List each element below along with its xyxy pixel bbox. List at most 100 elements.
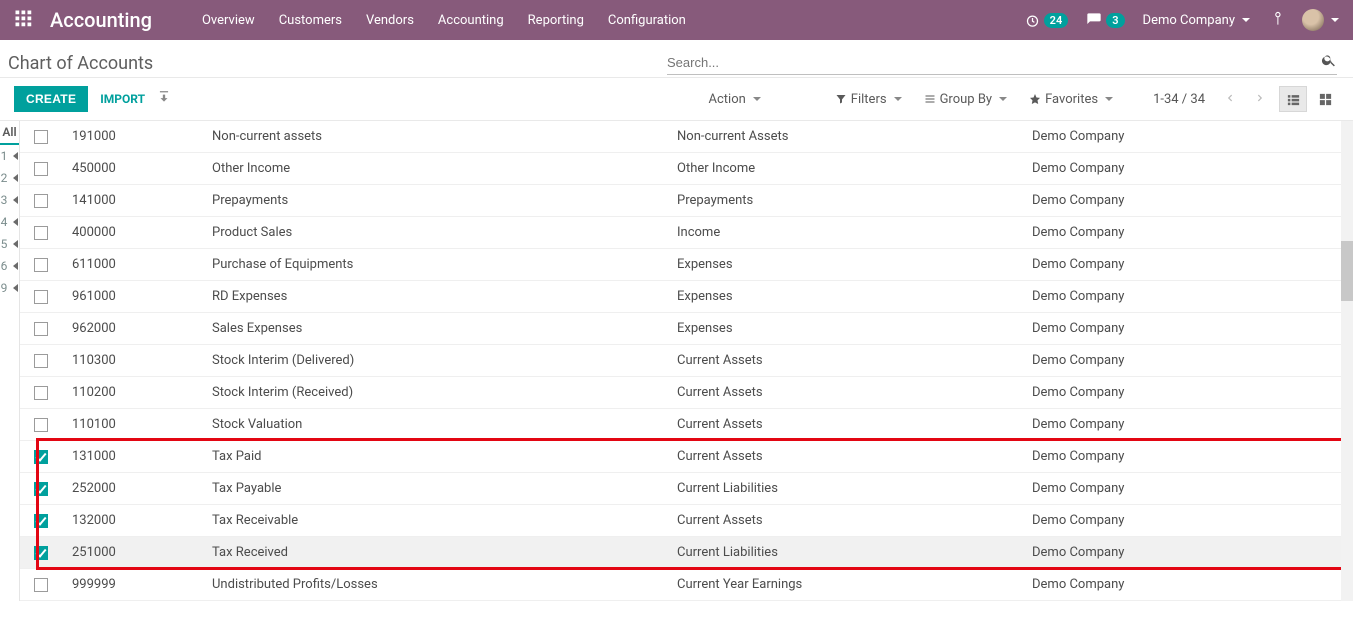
menu-configuration[interactable]: Configuration [608,13,686,28]
menu-overview[interactable]: Overview [202,13,255,28]
favorites-dropdown[interactable]: Favorites [1029,92,1113,107]
groupby-label: Group By [940,92,993,107]
app-brand[interactable]: Accounting [50,8,152,32]
cell-type: Current Assets [667,441,1022,473]
pager-next[interactable] [1249,88,1271,111]
chevron-left-icon [13,196,18,204]
table-row[interactable]: 132000 Tax Receivable Current Assets Dem… [20,505,1353,537]
table-row[interactable]: 191000 Non-current assets Non-current As… [20,121,1353,153]
cell-type: Current Liabilities [667,537,1022,569]
row-checkbox[interactable] [34,162,48,176]
menu-vendors[interactable]: Vendors [366,13,414,28]
cell-company: Demo Company [1022,473,1353,505]
table-row[interactable]: 450000 Other Income Other Income Demo Co… [20,153,1353,185]
alpha-filter-5[interactable]: 5 [0,233,19,255]
cell-company: Demo Company [1022,537,1353,569]
star-icon [1029,93,1041,105]
action-dropdown[interactable]: Action [709,92,761,107]
table-row[interactable]: 110100 Stock Valuation Current Assets De… [20,409,1353,441]
chevron-left-icon [1225,93,1235,103]
cell-company: Demo Company [1022,217,1353,249]
create-button[interactable]: CREATE [14,86,88,112]
row-checkbox[interactable] [34,194,48,208]
table-wrap: 191000 Non-current assets Non-current As… [20,121,1353,601]
menu-reporting[interactable]: Reporting [528,13,584,28]
table-row[interactable]: 999999 Undistributed Profits/Losses Curr… [20,569,1353,601]
groupby-dropdown[interactable]: Group By [924,92,1008,107]
chevron-left-icon [13,152,18,160]
cell-name: Tax Received [202,537,667,569]
cell-name: Other Income [202,153,667,185]
row-checkbox[interactable] [34,546,48,560]
row-checkbox[interactable] [34,578,48,592]
cell-code: 252000 [62,473,202,505]
debug-icon[interactable] [1268,10,1284,30]
view-kanban[interactable] [1311,86,1339,112]
row-checkbox[interactable] [34,514,48,528]
chevron-right-icon [1255,93,1265,103]
cell-type: Current Assets [667,409,1022,441]
table-row[interactable]: 141000 Prepayments Prepayments Demo Comp… [20,185,1353,217]
cell-name: Stock Interim (Received) [202,377,667,409]
filters-dropdown[interactable]: Filters [835,92,902,107]
alpha-filter-1[interactable]: 1 [0,145,19,167]
caret-down-icon [1105,97,1113,101]
menu-accounting[interactable]: Accounting [438,13,504,28]
table-row[interactable]: 251000 Tax Received Current Liabilities … [20,537,1353,569]
table-row[interactable]: 400000 Product Sales Income Demo Company [20,217,1353,249]
row-checkbox[interactable] [34,386,48,400]
row-checkbox[interactable] [34,130,48,144]
alpha-filter-6[interactable]: 6 [0,255,19,277]
cell-name: Stock Interim (Delivered) [202,345,667,377]
cell-name: Stock Valuation [202,409,667,441]
pager-prev[interactable] [1219,88,1241,111]
alpha-filter-all[interactable]: All [0,121,19,145]
alpha-filter-9[interactable]: 9 [0,277,19,299]
company-switcher[interactable]: Demo Company [1143,13,1250,28]
cell-company: Demo Company [1022,121,1353,153]
alpha-filter-4[interactable]: 4 [0,211,19,233]
view-switcher [1279,86,1339,112]
alpha-filter-2[interactable]: 2 [0,167,19,189]
table-row[interactable]: 962000 Sales Expenses Expenses Demo Comp… [20,313,1353,345]
alpha-filter-strip: All1 2 3 4 5 6 9 [0,121,20,601]
table-row[interactable]: 110200 Stock Interim (Received) Current … [20,377,1353,409]
row-checkbox[interactable] [34,322,48,336]
row-checkbox[interactable] [34,450,48,464]
row-checkbox[interactable] [34,418,48,432]
top-navbar: Accounting Overview Customers Vendors Ac… [0,0,1353,40]
cell-code: 110200 [62,377,202,409]
cell-type: Income [667,217,1022,249]
row-checkbox[interactable] [34,482,48,496]
import-button[interactable]: IMPORT [100,92,145,106]
row-checkbox[interactable] [34,226,48,240]
search-bar [667,52,1337,75]
alpha-filter-3[interactable]: 3 [0,189,19,211]
cell-code: 141000 [62,185,202,217]
apps-icon[interactable] [14,9,32,31]
export-icon[interactable] [157,90,171,108]
scrollbar-thumb[interactable] [1341,241,1353,301]
cell-code: 251000 [62,537,202,569]
table-row[interactable]: 961000 RD Expenses Expenses Demo Company [20,281,1353,313]
cell-type: Other Income [667,153,1022,185]
timer-indicator[interactable]: 24 [1025,13,1069,28]
row-checkbox[interactable] [34,290,48,304]
search-input[interactable] [667,55,1321,70]
table-row[interactable]: 611000 Purchase of Equipments Expenses D… [20,249,1353,281]
user-menu[interactable] [1302,9,1339,31]
row-checkbox[interactable] [34,258,48,272]
discuss-indicator[interactable]: 3 [1086,12,1124,28]
table-row[interactable]: 131000 Tax Paid Current Assets Demo Comp… [20,441,1353,473]
view-list[interactable] [1279,86,1307,112]
table-row[interactable]: 110300 Stock Interim (Delivered) Current… [20,345,1353,377]
search-icon[interactable] [1321,52,1337,72]
cell-type: Expenses [667,313,1022,345]
table-row[interactable]: 252000 Tax Payable Current Liabilities D… [20,473,1353,505]
caret-down-icon [1331,18,1339,22]
pager-text: 1-34 / 34 [1153,92,1205,107]
row-checkbox[interactable] [34,354,48,368]
menu-customers[interactable]: Customers [279,13,342,28]
scrollbar-track[interactable] [1341,121,1353,601]
cell-code: 110100 [62,409,202,441]
